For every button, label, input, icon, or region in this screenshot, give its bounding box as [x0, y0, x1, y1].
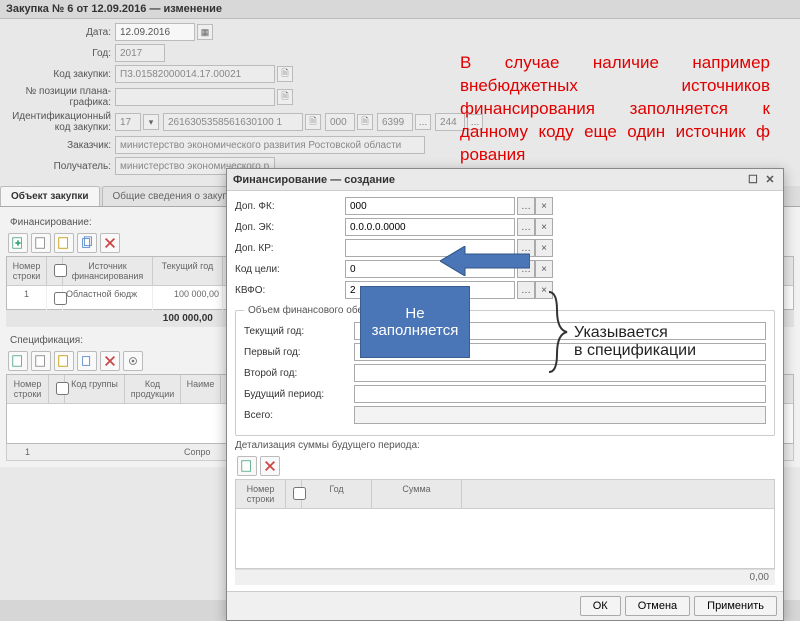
doc-icon[interactable]: 🗎 [357, 114, 373, 130]
dop-kr-label: Доп. КР: [235, 243, 345, 254]
open-icon[interactable] [31, 233, 51, 253]
dropdown-icon[interactable]: ▾ [143, 114, 159, 130]
col-source: Источник финансирования [63, 257, 153, 285]
date-label: Дата: [10, 27, 115, 38]
total-field [354, 406, 766, 424]
spec-col-num: Номер строки [7, 375, 49, 403]
col-num: Номер строки [7, 257, 47, 285]
idcode-1[interactable] [115, 113, 141, 131]
calendar-icon[interactable]: ▦ [197, 24, 213, 40]
spec-col-prod: Код продукции [125, 375, 181, 403]
dop-fk-label: Доп. ФК: [235, 201, 345, 212]
spec-col-name: Наиме [181, 375, 221, 403]
code-field[interactable] [115, 65, 275, 83]
annotation-blue-box: Не заполняется [360, 286, 470, 358]
gear-icon[interactable] [123, 351, 143, 371]
plan-pos-field[interactable] [115, 88, 275, 106]
doc-icon[interactable]: 🗎 [305, 114, 321, 130]
year-label: Год: [10, 48, 115, 59]
cancel-button[interactable]: Отмена [625, 596, 690, 616]
cell-num: 1 [7, 286, 47, 311]
detail-grid[interactable]: Номер строки Год Сумма [235, 479, 775, 569]
future-field[interactable] [354, 385, 766, 403]
annotation-blue-text: Не заполняется [361, 305, 469, 339]
copy-icon[interactable] [77, 233, 97, 253]
idcode-3[interactable] [325, 113, 355, 131]
new-icon[interactable] [8, 351, 28, 371]
spec-col-group: Код группы [65, 375, 125, 403]
future-label: Будущий период: [244, 389, 354, 400]
year-field[interactable] [115, 44, 165, 62]
ok-button[interactable]: ОК [580, 596, 621, 616]
window-title: Закупка № 6 от 12.09.2016 — изменение [0, 0, 800, 19]
close-icon[interactable]: ✕ [763, 173, 777, 186]
edit-icon[interactable] [54, 233, 74, 253]
plan-pos-label: № позиции плана-графика: [10, 86, 115, 108]
annotation-red-text: В случае наличие например внебюджетных и… [460, 52, 770, 167]
detail-toolbar [235, 453, 775, 479]
spec-foot-txt: Сопро [181, 444, 221, 460]
lookup-icon[interactable]: … [517, 197, 535, 215]
dop-ek-field[interactable] [345, 218, 515, 236]
detail-col-num: Номер строки [236, 480, 286, 508]
doc-icon[interactable]: 🗎 [277, 66, 293, 82]
date-field[interactable] [115, 23, 195, 41]
spec-foot-num: 1 [7, 444, 49, 460]
lookup-icon[interactable]: … [415, 114, 431, 130]
first-year-label: Первый год: [244, 347, 354, 358]
annotation-spec-line1: Указывается [574, 324, 696, 342]
doc-icon[interactable]: 🗎 [277, 89, 293, 105]
lookup-icon[interactable]: … [517, 218, 535, 236]
open-icon[interactable] [31, 351, 51, 371]
cur-year-label: Текущий год: [244, 326, 354, 337]
apply-button[interactable]: Применить [694, 596, 777, 616]
cell-source: Областной бюдж [63, 286, 153, 311]
financing-dialog: Финансирование — создание ☐ ✕ Доп. ФК: …… [226, 168, 784, 621]
dop-fk-field[interactable] [345, 197, 515, 215]
customer-label: Заказчик: [10, 140, 115, 151]
clear-icon[interactable]: × [535, 218, 553, 236]
delete-icon[interactable] [260, 456, 280, 476]
detail-col-sum: Сумма [372, 480, 462, 508]
id-code-label: Идентификационный код закупки: [10, 111, 115, 133]
kvfo-label: КВФО: [235, 285, 345, 296]
cell-value: 100 000,00 [153, 286, 223, 311]
lookup-icon[interactable]: … [517, 281, 535, 299]
total-value: 100 000,00 [163, 313, 213, 324]
maximize-icon[interactable]: ☐ [746, 173, 760, 186]
kod-celi-label: Код цели: [235, 264, 345, 275]
total-label: Всего: [244, 410, 354, 421]
detail-label: Детализация суммы будущего периода: [235, 440, 775, 451]
edit-icon[interactable] [54, 351, 74, 371]
annotation-spec-text: Указывается в спецификации [574, 324, 696, 360]
idcode-4[interactable] [377, 113, 413, 131]
clear-icon[interactable]: × [535, 197, 553, 215]
clear-icon[interactable]: × [535, 239, 553, 257]
copy-icon[interactable] [77, 351, 97, 371]
delete-icon[interactable] [100, 351, 120, 371]
col-year: Текущий год [153, 257, 223, 285]
detail-col-year: Год [302, 480, 372, 508]
idcode-2[interactable] [163, 113, 303, 131]
tab-object[interactable]: Объект закупки [0, 186, 100, 206]
dop-ek-label: Доп. ЭК: [235, 222, 345, 233]
footer-amount: 0,00 [750, 572, 769, 583]
brace-icon [545, 290, 569, 374]
second-year-label: Второй год: [244, 368, 354, 379]
arrow-left-icon [440, 246, 530, 276]
customer-field[interactable] [115, 136, 425, 154]
code-label: Код закупки: [10, 69, 115, 80]
new-icon[interactable] [8, 233, 28, 253]
delete-icon[interactable] [100, 233, 120, 253]
recipient-label: Получатель: [10, 161, 115, 172]
annotation-spec-line2: в спецификации [574, 342, 696, 360]
new-icon[interactable] [237, 456, 257, 476]
clear-icon[interactable]: × [535, 260, 553, 278]
dialog-title: Финансирование — создание [233, 174, 395, 186]
